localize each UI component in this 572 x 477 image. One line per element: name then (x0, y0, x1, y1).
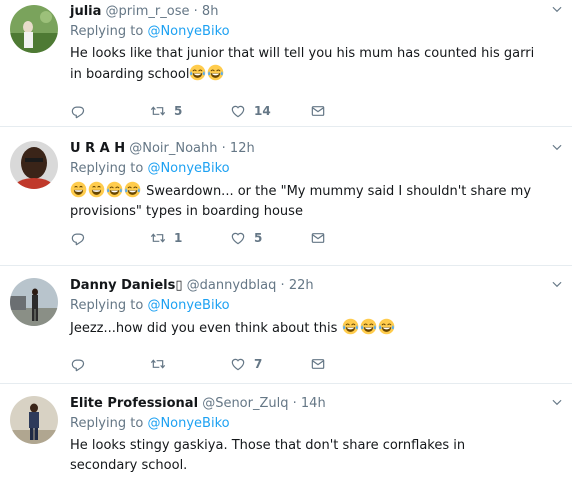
tears-of-joy-emoji (378, 318, 395, 335)
like-button[interactable]: 14 (230, 103, 310, 119)
avatar[interactable] (10, 396, 58, 444)
timestamp[interactable]: 22h (289, 278, 314, 293)
tweet-actions: 1 5 (70, 228, 326, 248)
chevron-down-icon[interactable] (550, 140, 564, 154)
tears-of-joy-emoji (360, 318, 377, 335)
tears-of-joy-emoji (106, 181, 123, 198)
chevron-down-icon[interactable] (550, 2, 564, 16)
tweet[interactable]: Elite Professional @Senor_Zulq · 14h Rep… (0, 384, 572, 477)
envelope-icon (310, 103, 326, 119)
avatar[interactable] (10, 278, 58, 326)
replying-to: Replying to @NonyeBiko (70, 298, 230, 313)
dm-button[interactable] (310, 103, 326, 119)
timestamp[interactable]: 12h (230, 141, 255, 156)
retweet-icon (150, 103, 166, 119)
tweet-actions: 5 14 (70, 101, 326, 121)
heart-icon (230, 356, 246, 372)
retweet-icon (150, 356, 166, 372)
replying-to: Replying to @NonyeBiko (70, 161, 230, 176)
chevron-down-icon[interactable] (550, 395, 564, 409)
user-handle[interactable]: @Noir_Noahh (129, 141, 217, 156)
timestamp[interactable]: 8h (202, 4, 219, 19)
display-name[interactable]: Danny Daniels▯ (70, 278, 183, 293)
like-count: 7 (254, 357, 263, 371)
reply-button[interactable] (70, 356, 150, 372)
retweet-button[interactable] (150, 356, 230, 372)
tweet[interactable]: Danny Daniels▯ @dannydblaq · 22h Replyin… (0, 266, 572, 384)
chevron-down-icon[interactable] (550, 277, 564, 291)
tweet-text: He looks stingy gaskiya. Those that don'… (70, 438, 466, 473)
envelope-icon (310, 356, 326, 372)
tweet-actions: 7 (70, 354, 326, 374)
tweet-text: Sweardown... or the "My mummy said I sho… (70, 181, 536, 222)
tears-of-joy-emoji (207, 64, 224, 81)
heart-icon (230, 230, 246, 246)
heart-icon (230, 103, 246, 119)
reply-icon (70, 230, 86, 246)
retweet-icon (150, 230, 166, 246)
user-handle[interactable]: @dannydblaq (187, 278, 277, 293)
timestamp[interactable]: 14h (301, 396, 326, 411)
reply-button[interactable] (70, 230, 150, 246)
tears-of-joy-emoji (124, 181, 141, 198)
like-count: 14 (254, 104, 271, 118)
tweet[interactable]: julia @prim_r_ose · 8h Replying to @Nony… (0, 0, 572, 127)
reply-icon (70, 103, 86, 119)
tears-of-joy-emoji (342, 318, 359, 335)
user-handle[interactable]: @Senor_Zulq (202, 396, 288, 411)
tweet[interactable]: U R A H @Noir_Noahh · 12h Replying to @N… (0, 127, 572, 266)
like-count: 5 (254, 231, 263, 245)
tweet-text: Jeezz...how did you even think about thi… (70, 318, 536, 339)
reply-button[interactable] (70, 103, 150, 119)
mention-link[interactable]: @NonyeBiko (147, 416, 229, 431)
mention-link[interactable]: @NonyeBiko (147, 161, 229, 176)
replying-to: Replying to @NonyeBiko (70, 24, 230, 39)
avatar[interactable] (10, 5, 58, 53)
user-handle[interactable]: @prim_r_ose (106, 4, 190, 19)
mention-link[interactable]: @NonyeBiko (147, 298, 229, 313)
reply-icon (70, 356, 86, 372)
retweet-button[interactable]: 1 (150, 230, 230, 246)
display-name[interactable]: Elite Professional (70, 396, 198, 411)
like-button[interactable]: 7 (230, 356, 310, 372)
display-name[interactable]: julia (70, 4, 101, 19)
like-button[interactable]: 5 (230, 230, 310, 246)
tweet-text: He looks like that junior that will tell… (70, 46, 535, 82)
retweet-count: 1 (174, 231, 183, 245)
dm-button[interactable] (310, 230, 326, 246)
tears-of-joy-emoji (189, 64, 206, 81)
avatar[interactable] (10, 141, 58, 189)
mention-link[interactable]: @NonyeBiko (147, 24, 229, 39)
dm-button[interactable] (310, 356, 326, 372)
retweet-button[interactable]: 5 (150, 103, 230, 119)
grinning-emoji (88, 181, 105, 198)
display-name[interactable]: U R A H (70, 141, 125, 156)
retweet-count: 5 (174, 104, 183, 118)
envelope-icon (310, 230, 326, 246)
grinning-emoji (70, 181, 87, 198)
replying-to: Replying to @NonyeBiko (70, 416, 230, 431)
